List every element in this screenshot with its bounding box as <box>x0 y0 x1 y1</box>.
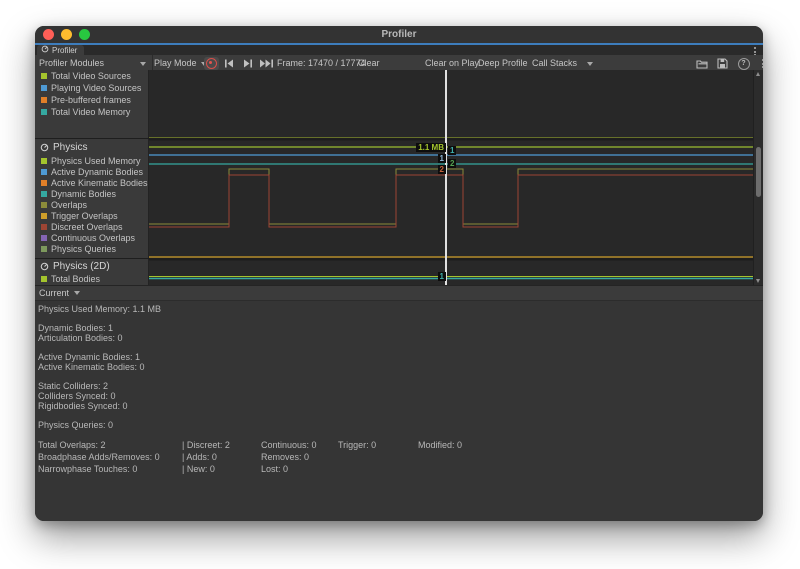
chart-vertical-scrollbar[interactable] <box>753 70 763 285</box>
module-header-physics[interactable]: Physics <box>35 139 148 155</box>
close-button[interactable] <box>43 29 54 40</box>
counter-swatch <box>41 235 47 241</box>
counter-swatch <box>41 85 47 91</box>
tab-profiler[interactable]: Profiler <box>37 45 84 55</box>
window-title: Profiler <box>35 26 763 44</box>
counter-details-pane: Physics Used Memory: 1.1 MB Dynamic Bodi… <box>35 301 763 521</box>
profiler-gauge-icon <box>41 45 49 55</box>
legend-item[interactable]: Physics Queries <box>35 243 148 254</box>
detail-line: Static Colliders: 2 <box>38 381 763 391</box>
video-module-legend: Total Video Sources Playing Video Source… <box>35 70 148 118</box>
detail-table-row: Total Overlaps: 2| Discreet: 2Continuous… <box>38 439 763 451</box>
selected-frame-playhead[interactable] <box>445 70 447 285</box>
legend-item[interactable]: Total Bodies <box>35 273 148 284</box>
counter-swatch <box>41 158 47 164</box>
detail-line: Active Kinematic Bodies: 0 <box>38 362 763 372</box>
value-label-discreet-overlaps: 2 <box>438 165 446 174</box>
module-legend-sidebar: Total Video Sources Playing Video Source… <box>35 70 149 285</box>
module-header-physics-2d[interactable]: Physics (2D) <box>35 259 148 273</box>
floppy-disk-icon <box>717 58 728 69</box>
detail-line: Physics Used Memory: 1.1 MB <box>38 304 763 314</box>
legend-item[interactable]: Active Dynamic Bodies <box>35 166 148 177</box>
scrollbar-thumb[interactable] <box>756 147 761 197</box>
counter-swatch <box>41 109 47 115</box>
record-icon <box>206 58 217 69</box>
counter-swatch <box>41 97 47 103</box>
counter-swatch <box>41 73 47 79</box>
counter-swatch <box>41 191 47 197</box>
context-menu-icon <box>761 59 763 68</box>
detail-line: Dynamic Bodies: 1 <box>38 323 763 333</box>
profiler-module-icon <box>40 143 49 152</box>
counter-chart-canvas <box>149 70 763 285</box>
scroll-up-icon[interactable] <box>756 72 760 76</box>
counter-swatch <box>41 180 47 186</box>
value-label-total-bodies-2d: 1 <box>438 272 446 281</box>
counter-swatch <box>41 224 47 230</box>
legend-item[interactable]: Active Kinematic Bodies <box>35 177 148 188</box>
module-divider <box>35 138 763 139</box>
legend-item[interactable]: Physics Used Memory <box>35 155 148 166</box>
chevron-down-icon <box>587 62 593 66</box>
detail-table-row: Narrowphase Touches: 0| New: 0Lost: 0 <box>38 463 763 475</box>
window-controls <box>43 29 90 40</box>
value-label-overlaps: 2 <box>448 159 456 168</box>
detail-line: Colliders Synced: 0 <box>38 391 763 401</box>
physics2d-module-legend: Physics (2D) Total Bodies <box>35 259 148 284</box>
minimize-button[interactable] <box>61 29 72 40</box>
tab-label: Profiler <box>52 46 77 55</box>
detail-line: Articulation Bodies: 0 <box>38 333 763 343</box>
scroll-down-icon[interactable] <box>756 279 760 283</box>
folder-open-icon <box>696 59 708 69</box>
legend-item[interactable]: Total Video Sources <box>35 70 148 82</box>
chevron-down-icon <box>140 62 146 66</box>
tab-bar: Profiler <box>35 45 763 55</box>
counter-swatch <box>41 213 47 219</box>
counter-swatch <box>41 202 47 208</box>
zoom-button[interactable] <box>79 29 90 40</box>
chevron-down-icon <box>74 291 80 295</box>
details-view-label: Current <box>39 288 69 298</box>
legend-item[interactable]: Continuous Overlaps <box>35 232 148 243</box>
details-view-dropdown[interactable]: Current <box>39 288 80 298</box>
legend-item[interactable]: Playing Video Sources <box>35 82 148 94</box>
details-view-bar: Current <box>35 285 763 301</box>
counter-swatch <box>41 246 47 252</box>
legend-item[interactable]: Dynamic Bodies <box>35 188 148 199</box>
counter-swatch <box>41 169 47 175</box>
module-divider <box>35 258 763 259</box>
profiler-module-icon <box>40 262 49 271</box>
legend-item[interactable]: Trigger Overlaps <box>35 210 148 221</box>
value-label-dynamic-bodies: 1 <box>448 146 456 155</box>
value-label-physics-used-memory: 1.1 MB <box>416 143 446 152</box>
value-label-active-dynamic-bodies: 1 <box>438 154 446 163</box>
physics-module-legend: Physics Physics Used Memory Active Dynam… <box>35 139 148 254</box>
detail-line: Rigidbodies Synced: 0 <box>38 401 763 411</box>
legend-item[interactable]: Total Video Memory <box>35 106 148 118</box>
record-button[interactable] <box>204 57 219 70</box>
profiler-chart-area[interactable]: 1.1 MB 1 1 2 2 1 <box>149 70 763 285</box>
detail-table-row: Broadphase Adds/Removes: 0| Adds: 0Remov… <box>38 451 763 463</box>
detail-line: Physics Queries: 0 <box>38 420 763 430</box>
counter-swatch <box>41 276 47 282</box>
legend-item[interactable]: Overlaps <box>35 199 148 210</box>
legend-item[interactable]: Pre-buffered frames <box>35 94 148 106</box>
profiler-window: Profiler Profiler Profiler Modules Play … <box>35 26 763 521</box>
help-icon: ? <box>738 58 750 70</box>
title-bar: Profiler <box>35 26 763 43</box>
detail-line: Active Dynamic Bodies: 1 <box>38 352 763 362</box>
legend-item[interactable]: Discreet Overlaps <box>35 221 148 232</box>
